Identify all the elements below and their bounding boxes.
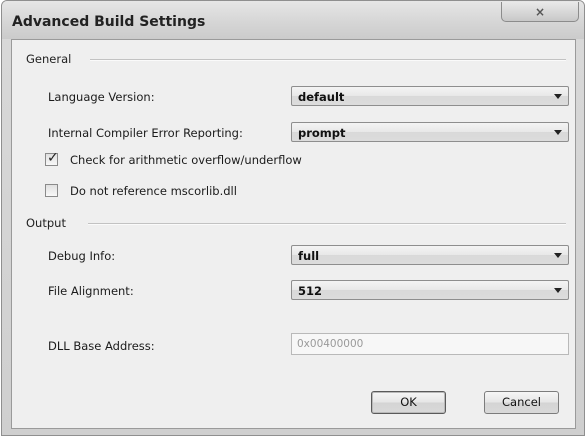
file-alignment-value: 512 <box>298 284 323 298</box>
chevron-down-icon <box>554 94 562 99</box>
debug-info-select[interactable]: full <box>291 245 569 265</box>
group-label-general: General <box>26 52 72 66</box>
debug-info-label: Debug Info: <box>48 249 116 263</box>
dll-base-address-input <box>291 333 569 355</box>
dll-base-address-label: DLL Base Address: <box>48 339 155 353</box>
ok-button[interactable]: OK <box>371 391 446 414</box>
compiler-error-reporting-label: Internal Compiler Error Reporting: <box>48 126 243 140</box>
language-version-value: default <box>298 90 345 104</box>
file-alignment-label: File Alignment: <box>48 284 134 298</box>
language-version-select[interactable]: default <box>291 86 569 106</box>
advanced-build-settings-dialog: Advanced Build Settings × General Langua… <box>1 0 585 436</box>
close-button[interactable]: × <box>501 2 579 22</box>
cancel-button[interactable]: Cancel <box>484 391 559 414</box>
chevron-down-icon <box>554 130 562 135</box>
chevron-down-icon <box>554 253 562 258</box>
check-overflow-label[interactable]: Check for arithmetic overflow/underflow <box>70 153 302 167</box>
no-mscorlib-label[interactable]: Do not reference mscorlib.dll <box>70 184 237 198</box>
title-bar[interactable]: Advanced Build Settings × <box>2 1 584 39</box>
group-divider-output <box>88 223 566 225</box>
checkmark-icon: ✓ <box>47 150 59 166</box>
check-overflow-checkbox[interactable]: ✓ <box>45 150 59 166</box>
debug-info-value: full <box>298 249 320 263</box>
chevron-down-icon <box>554 288 562 293</box>
no-mscorlib-checkbox[interactable] <box>45 184 58 197</box>
language-version-label: Language Version: <box>48 90 155 104</box>
dialog-body: General Language Version: default Intern… <box>11 39 576 429</box>
compiler-error-reporting-value: prompt <box>298 126 346 140</box>
group-label-output: Output <box>26 216 66 230</box>
group-divider-general <box>90 59 566 61</box>
compiler-error-reporting-select[interactable]: prompt <box>291 122 569 142</box>
file-alignment-select[interactable]: 512 <box>291 280 569 300</box>
close-icon: × <box>534 4 546 19</box>
dialog-title: Advanced Build Settings <box>12 14 206 30</box>
